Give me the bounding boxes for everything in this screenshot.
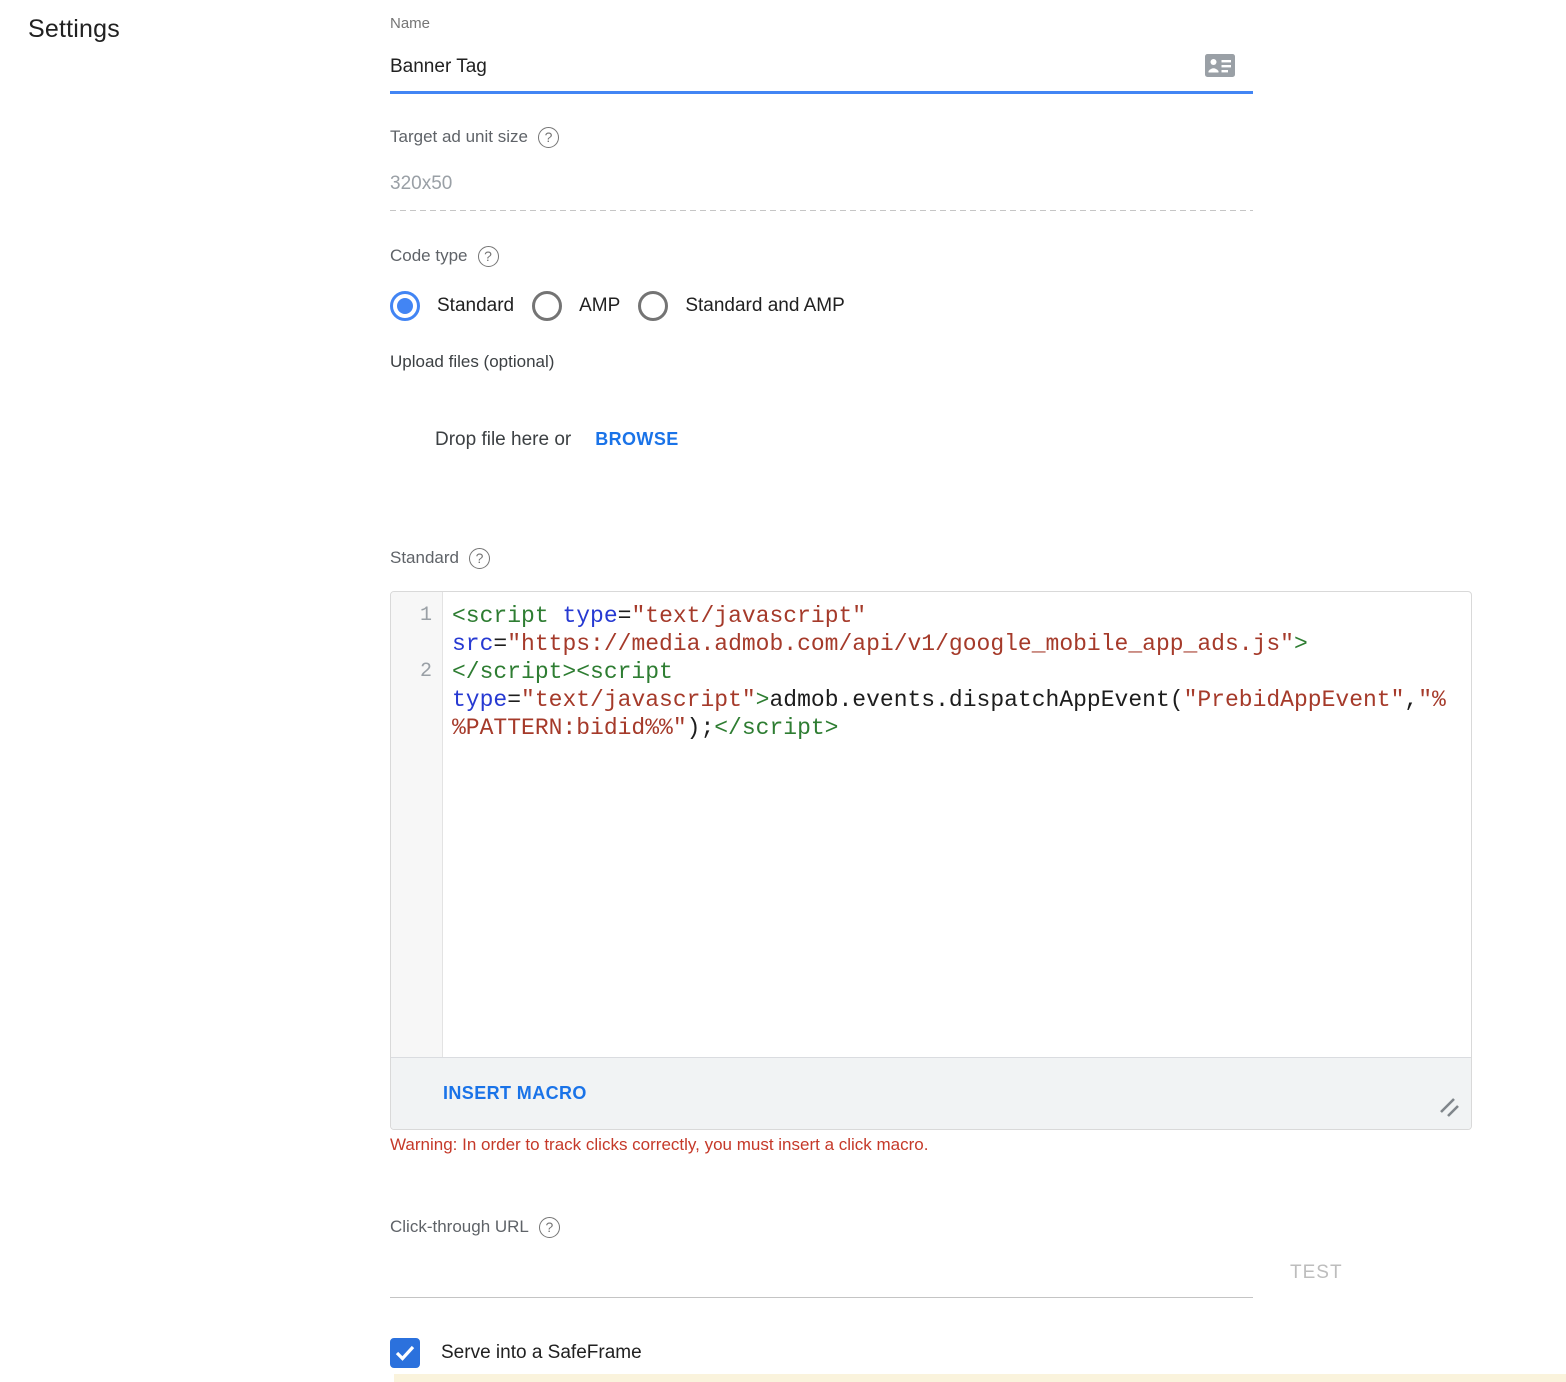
settings-page: Settings Name Banner Tag Target ad unit … [0,0,1566,1382]
test-button[interactable]: TEST [1290,1262,1343,1284]
code-line: </script><script [452,658,1465,686]
left-column: Settings [0,0,390,1382]
target-size-label-text: Target ad unit size [390,126,528,148]
code-editor-body: 12 <script type="text/javascript"src="ht… [391,592,1471,1057]
standard-code-label: Standard ? [390,547,1566,569]
form-column: Name Banner Tag Target ad unit size ? 32… [390,0,1566,1382]
click-macro-warning: Warning: In order to track clicks correc… [390,1134,1566,1156]
code-line: type="text/javascript">admob.events.disp… [452,686,1465,714]
name-field: Name Banner Tag [390,15,1253,94]
notice-bar [394,1374,1566,1382]
line-number: 1 [391,602,442,658]
code-line: <script type="text/javascript" [452,602,1465,630]
standard-label-text: Standard [390,547,459,569]
code-line: %PATTERN:bidid%%");</script> [452,714,1465,742]
click-through-label-text: Click-through URL [390,1216,529,1238]
page-title: Settings [28,15,390,44]
name-input[interactable]: Banner Tag [390,55,1253,79]
drop-file-text: Drop file here or [435,429,571,451]
safeframe-checkbox[interactable] [390,1338,420,1368]
radio-label[interactable]: Standard and AMP [685,294,845,318]
target-ad-unit-size-field: Target ad unit size ? 320x50 [390,126,1253,211]
name-label: Name [390,15,1253,33]
help-icon[interactable]: ? [538,127,559,148]
code-type-label: Code type ? [390,245,1566,267]
radio-option-amp[interactable]: AMP [532,291,620,321]
code-type-field: Code type ? Standard AMP Standard and AM… [390,245,1566,321]
click-through-url-label: Click-through URL ? [390,1216,1566,1238]
help-icon[interactable]: ? [539,1217,560,1238]
line-number: 2 [391,658,442,742]
radio-option-standard-and-amp[interactable]: Standard and AMP [638,291,845,321]
radio-option-standard[interactable]: Standard [390,291,514,321]
insert-macro-button[interactable]: INSERT MACRO [443,1083,587,1104]
dashed-underline [390,210,1253,211]
code-type-radio-group: Standard AMP Standard and AMP [390,291,1566,321]
target-size-label: Target ad unit size ? [390,126,1253,148]
resize-handle-icon[interactable] [1439,1097,1461,1119]
code-textarea[interactable]: <script type="text/javascript"src="https… [443,592,1471,1057]
checkmark-icon [395,1345,415,1361]
click-through-url-input[interactable] [390,1252,1253,1298]
code-editor-footer: INSERT MACRO [391,1057,1471,1129]
help-icon[interactable]: ? [478,246,499,267]
code-editor: 12 <script type="text/javascript"src="ht… [390,591,1472,1130]
safeframe-label: Serve into a SafeFrame [441,1341,642,1365]
file-drop-zone[interactable]: Drop file here or BROWSE [390,429,1566,455]
radio-label[interactable]: Standard [437,294,514,318]
line-number-gutter: 12 [391,592,443,1057]
radio-icon[interactable] [638,291,668,321]
code-line: src="https://media.admob.com/api/v1/goog… [452,630,1465,658]
browse-button[interactable]: BROWSE [595,429,678,450]
safeframe-row: Serve into a SafeFrame [390,1338,1566,1368]
upload-files-label: Upload files (optional) [390,351,1566,373]
help-icon[interactable]: ? [469,548,490,569]
radio-icon[interactable] [532,291,562,321]
radio-icon[interactable] [390,291,420,321]
click-through-url-row: TEST [390,1238,1355,1298]
radio-label[interactable]: AMP [579,294,620,318]
target-size-value: 320x50 [390,172,1253,210]
contact-card-icon[interactable] [1205,54,1235,77]
code-type-label-text: Code type [390,245,468,267]
